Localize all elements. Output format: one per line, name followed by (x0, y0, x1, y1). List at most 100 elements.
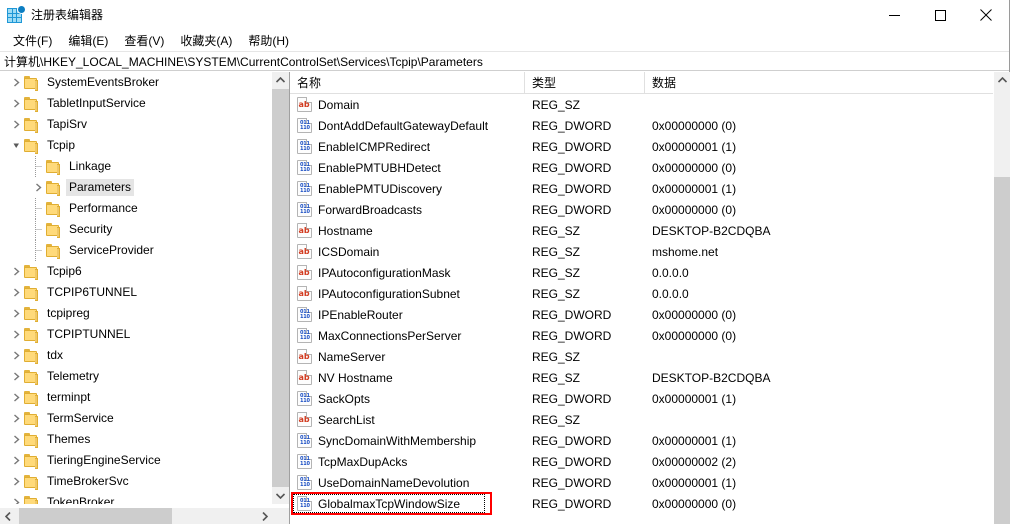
value-name-cell[interactable]: 011110EnablePMTUBHDetect (290, 160, 525, 175)
tree-item-tdx[interactable]: tdx (0, 345, 272, 366)
chevron-right-icon[interactable] (8, 387, 24, 408)
table-row[interactable]: 011110MaxConnectionsPerServerREG_DWORD0x… (290, 325, 1010, 346)
table-row[interactable]: 011110SackOptsREG_DWORD0x00000001 (1) (290, 388, 1010, 409)
value-name-cell[interactable]: 011110ForwardBroadcasts (290, 202, 525, 217)
chevron-right-icon[interactable] (8, 261, 24, 282)
chevron-right-icon[interactable] (8, 72, 24, 93)
table-row[interactable]: 011110UseDomainNameDevolutionREG_DWORD0x… (290, 472, 1010, 493)
list-scrollbar-thumb[interactable] (994, 177, 1010, 524)
tree-item-tcpip6tunnel[interactable]: TCPIP6TUNNEL (0, 282, 272, 303)
table-row[interactable]: abIPAutoconfigurationSubnetREG_SZ0.0.0.0 (290, 283, 1010, 304)
value-name-cell[interactable]: abSearchList (290, 412, 525, 427)
value-name-cell[interactable]: 011110TcpMaxDupAcks (290, 454, 525, 469)
tree-item-tcpip6[interactable]: Tcpip6 (0, 261, 272, 282)
chevron-right-icon[interactable] (8, 324, 24, 345)
chevron-right-icon[interactable] (8, 450, 24, 471)
chevron-right-icon[interactable] (8, 93, 24, 114)
tree-item-terminpt[interactable]: terminpt (0, 387, 272, 408)
tree-item-linkage[interactable]: Linkage (0, 156, 272, 177)
tree-scroll-down-icon[interactable] (272, 487, 289, 504)
chevron-right-icon[interactable] (30, 177, 46, 198)
menu-item-file[interactable]: 文件(F) (5, 30, 60, 52)
value-name-cell[interactable]: 011110MaxConnectionsPerServer (290, 328, 525, 343)
value-name-cell[interactable]: abICSDomain (290, 244, 525, 259)
table-row[interactable]: abNameServerREG_SZ (290, 346, 1010, 367)
chevron-right-icon[interactable] (8, 114, 24, 135)
tree-item-telemetry[interactable]: Telemetry (0, 366, 272, 387)
menu-item-help[interactable]: 帮助(H) (240, 30, 297, 52)
tree-item-tcpip[interactable]: Tcpip (0, 135, 272, 156)
tree-item-termservice[interactable]: TermService (0, 408, 272, 429)
chevron-right-icon[interactable] (8, 471, 24, 492)
table-row[interactable]: 011110IPEnableRouterREG_DWORD0x00000000 … (290, 304, 1010, 325)
chevron-right-icon[interactable] (8, 366, 24, 387)
address-bar[interactable]: 计算机\HKEY_LOCAL_MACHINE\SYSTEM\CurrentCon… (0, 52, 1009, 71)
table-row[interactable]: 011110ForwardBroadcastsREG_DWORD0x000000… (290, 199, 1010, 220)
tree-scroll-left-icon[interactable] (0, 508, 17, 524)
tree-horizontal-scrollbar[interactable] (0, 507, 290, 524)
tree-item-tcpiptunnel[interactable]: TCPIPTUNNEL (0, 324, 272, 345)
table-row[interactable]: 011110SyncDomainWithMembershipREG_DWORD0… (290, 430, 1010, 451)
value-name-cell[interactable]: abNV Hostname (290, 370, 525, 385)
tree-scroll-up-icon[interactable] (272, 72, 289, 89)
value-name-cell[interactable]: 011110SackOpts (290, 391, 525, 406)
value-name-cell[interactable]: 011110EnablePMTUDiscovery (290, 181, 525, 196)
value-name-cell[interactable]: 011110DontAddDefaultGatewayDefault (290, 118, 525, 133)
table-row[interactable]: 011110EnablePMTUDiscoveryREG_DWORD0x0000… (290, 178, 1010, 199)
value-name-cell[interactable]: 011110EnableICMPRedirect (290, 139, 525, 154)
list-scroll-up-icon[interactable] (994, 72, 1010, 89)
table-row[interactable]: 011110TcpMaxDupAcksREG_DWORD0x00000002 (… (290, 451, 1010, 472)
column-header-type[interactable]: 类型 (525, 72, 645, 94)
tree-hscrollbar-thumb[interactable] (19, 508, 172, 524)
maximize-button[interactable] (917, 0, 963, 30)
tree-item-tapisrv[interactable]: TapiSrv (0, 114, 272, 135)
menu-item-edit[interactable]: 编辑(E) (60, 30, 116, 52)
table-row[interactable]: abHostnameREG_SZDESKTOP-B2CDQBA (290, 220, 1010, 241)
table-row[interactable]: 011110DontAddDefaultGatewayDefaultREG_DW… (290, 115, 1010, 136)
table-row[interactable]: 011110EnablePMTUBHDetectREG_DWORD0x00000… (290, 157, 1010, 178)
tree-item-themes[interactable]: Themes (0, 429, 272, 450)
column-header-name[interactable]: 名称 (290, 72, 525, 94)
tree-item-tokenbroker[interactable]: TokenBroker (0, 492, 272, 504)
tree-scrollbar-thumb[interactable] (272, 89, 289, 489)
minimize-button[interactable] (871, 0, 917, 30)
tree-item-systemeventsbroker[interactable]: SystemEventsBroker (0, 72, 272, 93)
chevron-right-icon[interactable] (8, 345, 24, 366)
table-row[interactable]: abICSDomainREG_SZmshome.net (290, 241, 1010, 262)
value-name-cell[interactable]: abNameServer (290, 349, 525, 364)
menu-item-view[interactable]: 查看(V) (116, 30, 172, 52)
list-vertical-scrollbar[interactable] (993, 72, 1010, 524)
table-row[interactable]: 011110EnableICMPRedirectREG_DWORD0x00000… (290, 136, 1010, 157)
value-name-cell[interactable]: 011110IPEnableRouter (290, 307, 525, 322)
tree-item-tabletinputservice[interactable]: TabletInputService (0, 93, 272, 114)
menu-item-favorites[interactable]: 收藏夹(A) (172, 30, 240, 52)
tree-item-parameters[interactable]: Parameters (0, 177, 272, 198)
value-name-cell[interactable]: 011110UseDomainNameDevolution (290, 475, 525, 490)
tree-item-timebrokersvc[interactable]: TimeBrokerSvc (0, 471, 272, 492)
registry-values-list[interactable]: abDomainREG_SZ011110DontAddDefaultGatewa… (290, 94, 1010, 514)
chevron-down-icon[interactable] (8, 135, 24, 156)
value-name-cell[interactable]: abHostname (290, 223, 525, 238)
chevron-right-icon[interactable] (8, 303, 24, 324)
tree-scroll-right-icon[interactable] (256, 508, 273, 524)
tree-item-serviceprovider[interactable]: ServiceProvider (0, 240, 272, 261)
chevron-right-icon[interactable] (8, 408, 24, 429)
value-name-cell[interactable]: abIPAutoconfigurationMask (290, 265, 525, 280)
table-row[interactable]: 011110GlobalmaxTcpWindowSizeREG_DWORD0x0… (290, 493, 1010, 514)
value-name-cell[interactable]: abDomain (290, 97, 525, 112)
tree-item-performance[interactable]: Performance (0, 198, 272, 219)
value-name-cell[interactable]: 011110SyncDomainWithMembership (290, 433, 525, 448)
tree-item-tieringengineservice[interactable]: TieringEngineService (0, 450, 272, 471)
close-button[interactable] (963, 0, 1009, 30)
value-name-cell[interactable]: abIPAutoconfigurationSubnet (290, 286, 525, 301)
chevron-right-icon[interactable] (8, 282, 24, 303)
table-row[interactable]: abSearchListREG_SZ (290, 409, 1010, 430)
tree-item-tcpipreg[interactable]: tcpipreg (0, 303, 272, 324)
table-row[interactable]: abNV HostnameREG_SZDESKTOP-B2CDQBA (290, 367, 1010, 388)
table-row[interactable]: abDomainREG_SZ (290, 94, 1010, 115)
tree-vertical-scrollbar[interactable] (271, 72, 288, 504)
chevron-right-icon[interactable] (8, 492, 24, 504)
registry-tree[interactable]: SystemEventsBrokerTabletInputServiceTapi… (0, 72, 272, 504)
table-row[interactable]: abIPAutoconfigurationMaskREG_SZ0.0.0.0 (290, 262, 1010, 283)
column-header-data[interactable]: 数据 (645, 72, 990, 94)
